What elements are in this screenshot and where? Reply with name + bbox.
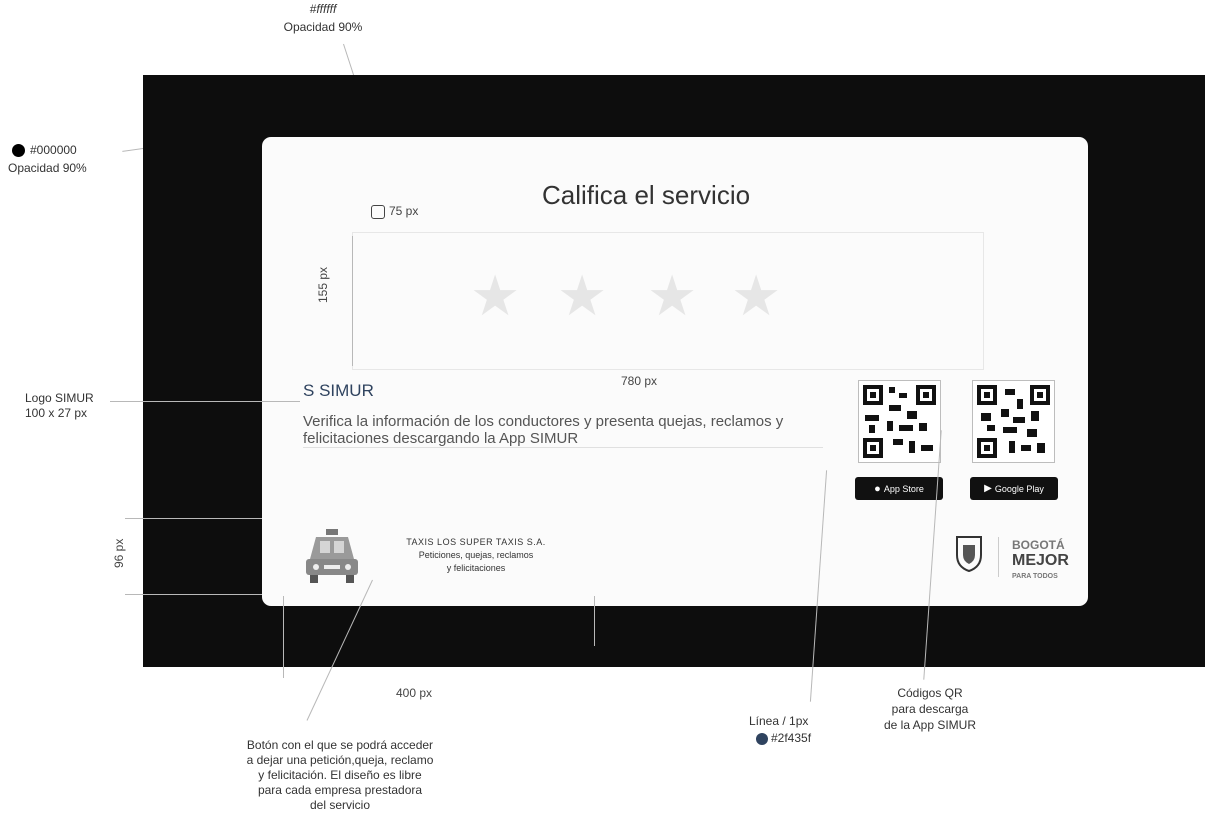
star-1[interactable]: ★ bbox=[470, 268, 520, 324]
white-hex-note: #ffffff bbox=[309, 2, 337, 16]
qr-note-3: de la App SIMUR bbox=[883, 718, 977, 732]
black-hex-note: #000000 bbox=[30, 143, 77, 157]
footer-top-line bbox=[125, 518, 262, 519]
box-width-label: 780 px bbox=[621, 374, 658, 388]
star-3[interactable]: ★ bbox=[647, 268, 697, 324]
company-pqr-line1: Peticiones, quejas, reclamos bbox=[418, 550, 534, 560]
simur-text-underline bbox=[303, 447, 823, 448]
card-title: Califica el servicio bbox=[542, 180, 751, 210]
line-note: Línea / 1px bbox=[749, 714, 809, 728]
line-color-note: #2f435f bbox=[771, 731, 812, 745]
footer-bottom-line bbox=[125, 594, 262, 595]
app-store-button[interactable]: ● App Store bbox=[855, 477, 943, 500]
button-note-5: del servicio bbox=[309, 798, 371, 812]
company-name: TAXIS LOS SUPER TAXIS S.A. bbox=[406, 537, 546, 547]
footer-height-label: 96 px bbox=[112, 538, 126, 568]
google-play-button[interactable]: ▶ Google Play bbox=[970, 477, 1058, 500]
button-note-1: Botón con el que se podrá acceder bbox=[246, 738, 434, 752]
white-opacity-note: Opacidad 90% bbox=[283, 20, 363, 34]
logo-label: Logo SIMUR bbox=[25, 391, 94, 405]
qr-google-play[interactable] bbox=[972, 380, 1055, 463]
qr-note-2: para descarga bbox=[891, 702, 969, 716]
simur-logo-text: SIMUR bbox=[319, 381, 374, 400]
apple-icon: ● bbox=[874, 482, 881, 495]
star-size-label: 75 px bbox=[389, 204, 419, 218]
logo-size-label: 100 x 27 px bbox=[25, 406, 88, 420]
box-height-line bbox=[352, 236, 353, 366]
qr-note-1: Códigos QR bbox=[897, 686, 963, 700]
button-note-2: a dejar una petición,queja, reclamo bbox=[246, 753, 434, 767]
button-width-right-line bbox=[594, 596, 595, 646]
black-opacity-note: Opacidad 90% bbox=[8, 161, 87, 175]
black-dot-icon bbox=[12, 144, 25, 157]
app-store-label: App Store bbox=[883, 483, 924, 494]
company-text: TAXIS LOS SUPER TAXIS S.A. Peticiones, q… bbox=[376, 536, 576, 575]
star-4[interactable]: ★ bbox=[731, 268, 781, 324]
simur-description: Verifica la información de los conductor… bbox=[303, 413, 784, 447]
qr-pattern-icon bbox=[863, 385, 936, 458]
play-icon: ▶ bbox=[984, 483, 992, 494]
qr-app-store[interactable] bbox=[858, 380, 941, 463]
simur-s-icon: S bbox=[303, 381, 320, 400]
button-note-3: y felicitación. El diseño es libre bbox=[258, 768, 422, 782]
bogota-top-text: BOGOTÁ bbox=[1012, 538, 1065, 552]
square-icon bbox=[371, 205, 385, 219]
bogota-shield-icon bbox=[956, 536, 982, 573]
simur-logo: S SIMUR bbox=[303, 381, 374, 401]
bogota-main-text: MEJOR bbox=[1012, 552, 1069, 569]
button-width-left-line bbox=[283, 596, 284, 678]
box-height-label: 155 px bbox=[316, 266, 330, 303]
taxi-icon bbox=[306, 529, 358, 583]
button-note-4: para cada empresa prestadora bbox=[257, 783, 423, 797]
company-pqr-line2: y felicitaciones bbox=[446, 563, 506, 573]
bogota-mejor-logo: BOGOTÁ MEJOR PARA TODOS bbox=[1012, 537, 1069, 585]
qr-pattern-icon bbox=[977, 385, 1050, 458]
star-2[interactable]: ★ bbox=[557, 268, 607, 324]
button-width-label: 400 px bbox=[396, 686, 433, 700]
logo-pointer-line bbox=[110, 401, 300, 402]
logo-divider bbox=[998, 537, 999, 577]
line-color-dot-icon bbox=[756, 733, 768, 745]
google-play-label: Google Play bbox=[994, 483, 1044, 494]
bogota-sub-text: PARA TODOS bbox=[1012, 573, 1058, 580]
